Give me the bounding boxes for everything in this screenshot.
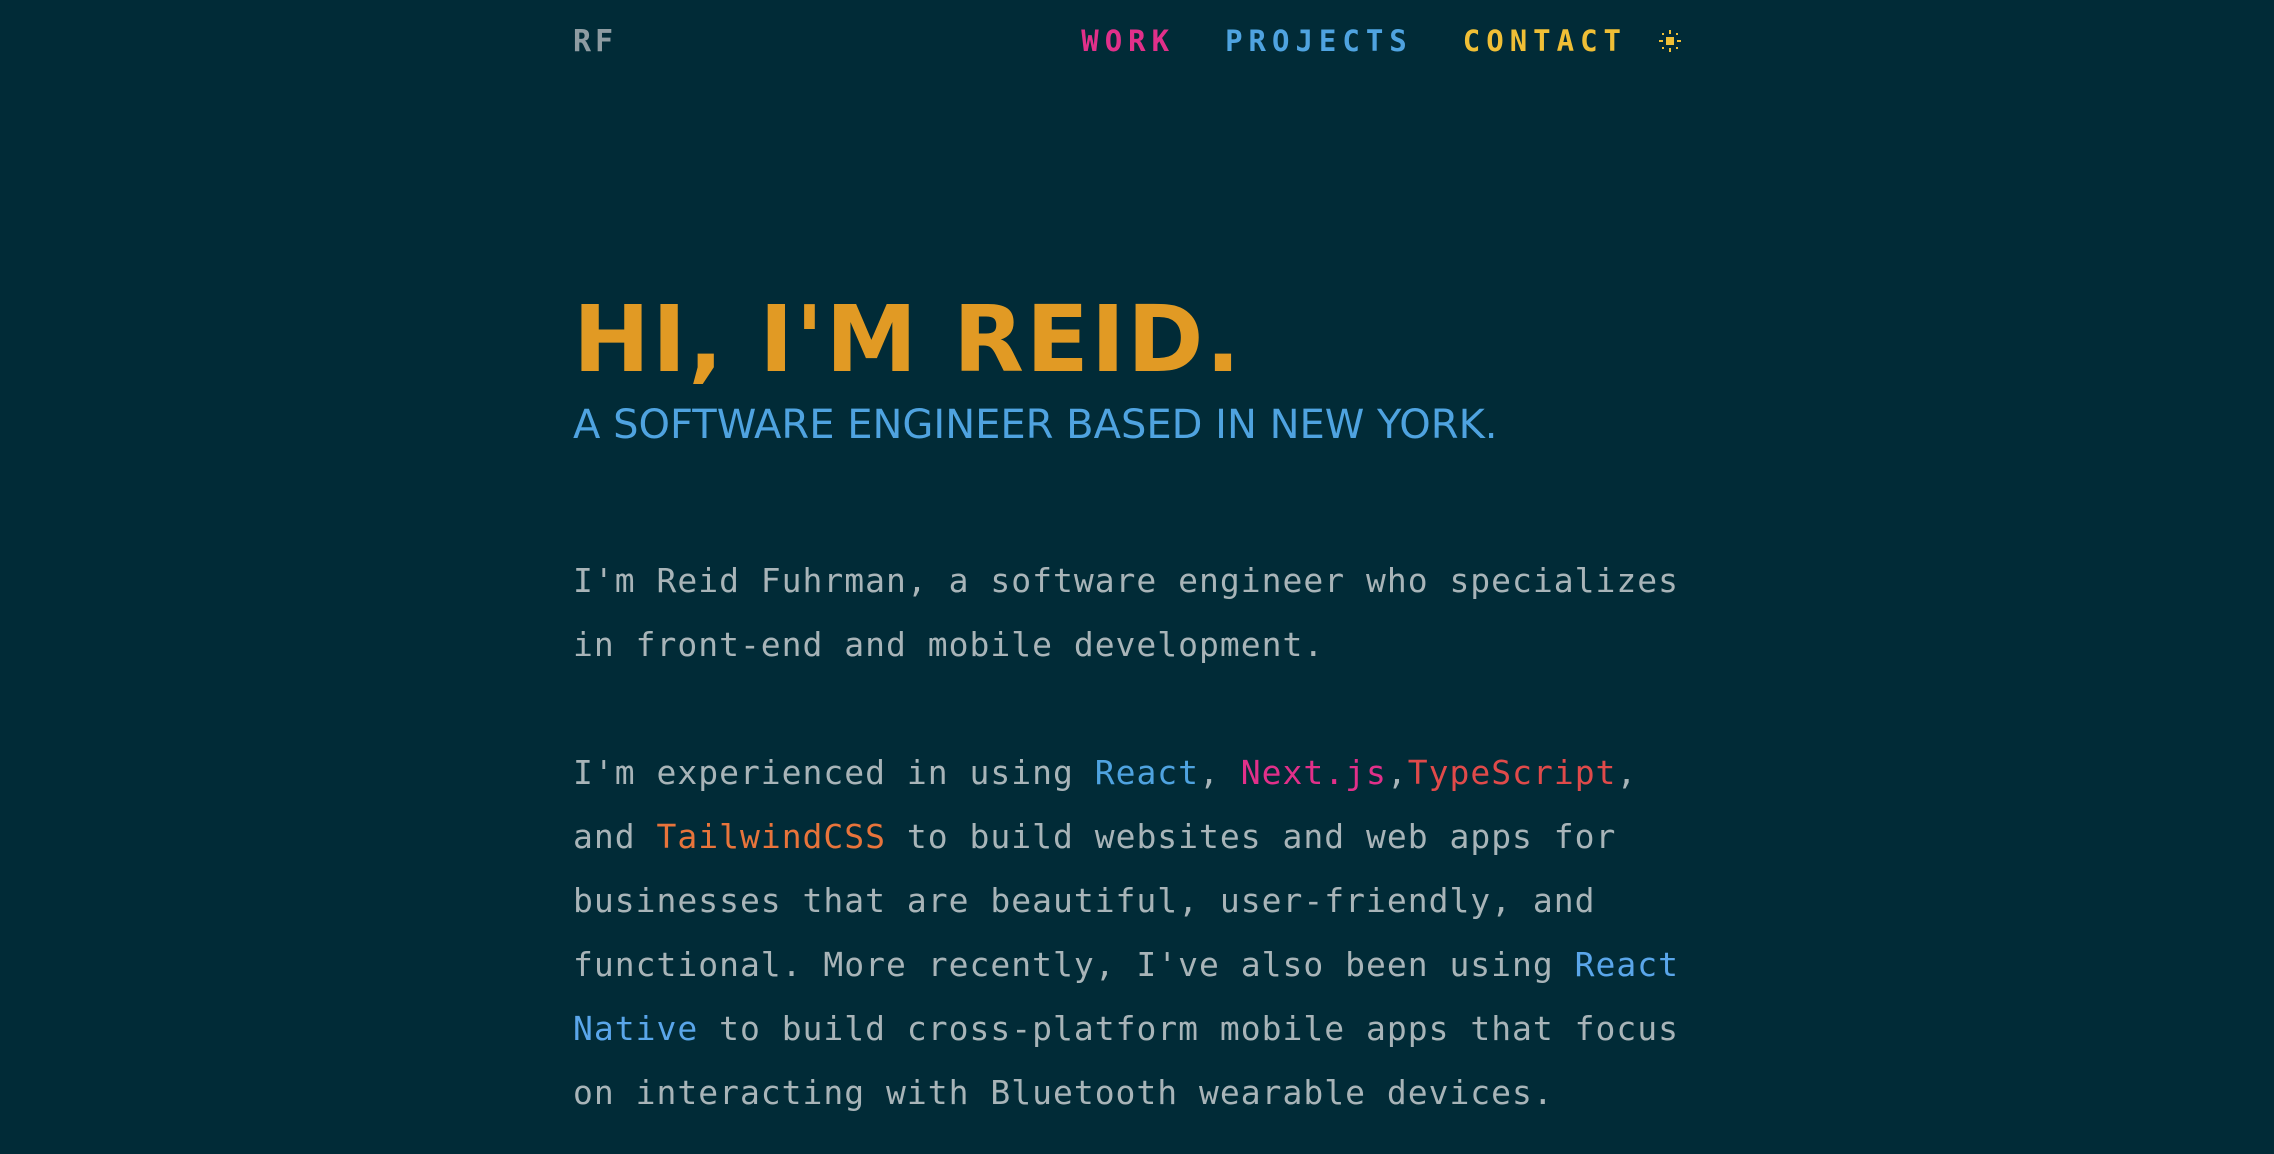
tech-link-nextjs[interactable]: Next.js [1241, 753, 1387, 792]
nav-link-projects[interactable]: PROJECTS [1225, 24, 1413, 58]
logo[interactable]: RF [573, 24, 617, 59]
tech-link-typescript[interactable]: TypeScript [1408, 753, 1617, 792]
nav-links: WORK PROJECTS CONTACT [1081, 24, 1683, 58]
hero-title: HI, I'M REID. [573, 286, 1243, 393]
about-paragraph-2: I'm experienced in using React, Next.js,… [573, 741, 1683, 1125]
nav-link-contact[interactable]: CONTACT [1463, 24, 1627, 58]
tech-link-react[interactable]: React [1095, 753, 1199, 792]
nav-link-work[interactable]: WORK [1081, 24, 1175, 58]
separator: , [1386, 753, 1408, 792]
tech-link-tailwindcss[interactable]: TailwindCSS [656, 817, 886, 856]
about-paragraph-1: I'm Reid Fuhrman, a software engineer wh… [573, 561, 1679, 664]
hero-subtitle: A SOFTWARE ENGINEER BASED IN NEW YORK. [573, 402, 1498, 448]
p2-end-text: to build cross-platform mobile apps that… [573, 1009, 1679, 1112]
top-nav: RF WORK PROJECTS CONTACT [573, 0, 1683, 90]
sun-icon[interactable] [1657, 28, 1683, 54]
separator: , [1199, 753, 1241, 792]
p2-intro-text: I'm experienced in using [573, 753, 1095, 792]
page: RF WORK PROJECTS CONTACT HI, I'M REID. A… [0, 0, 2274, 1154]
